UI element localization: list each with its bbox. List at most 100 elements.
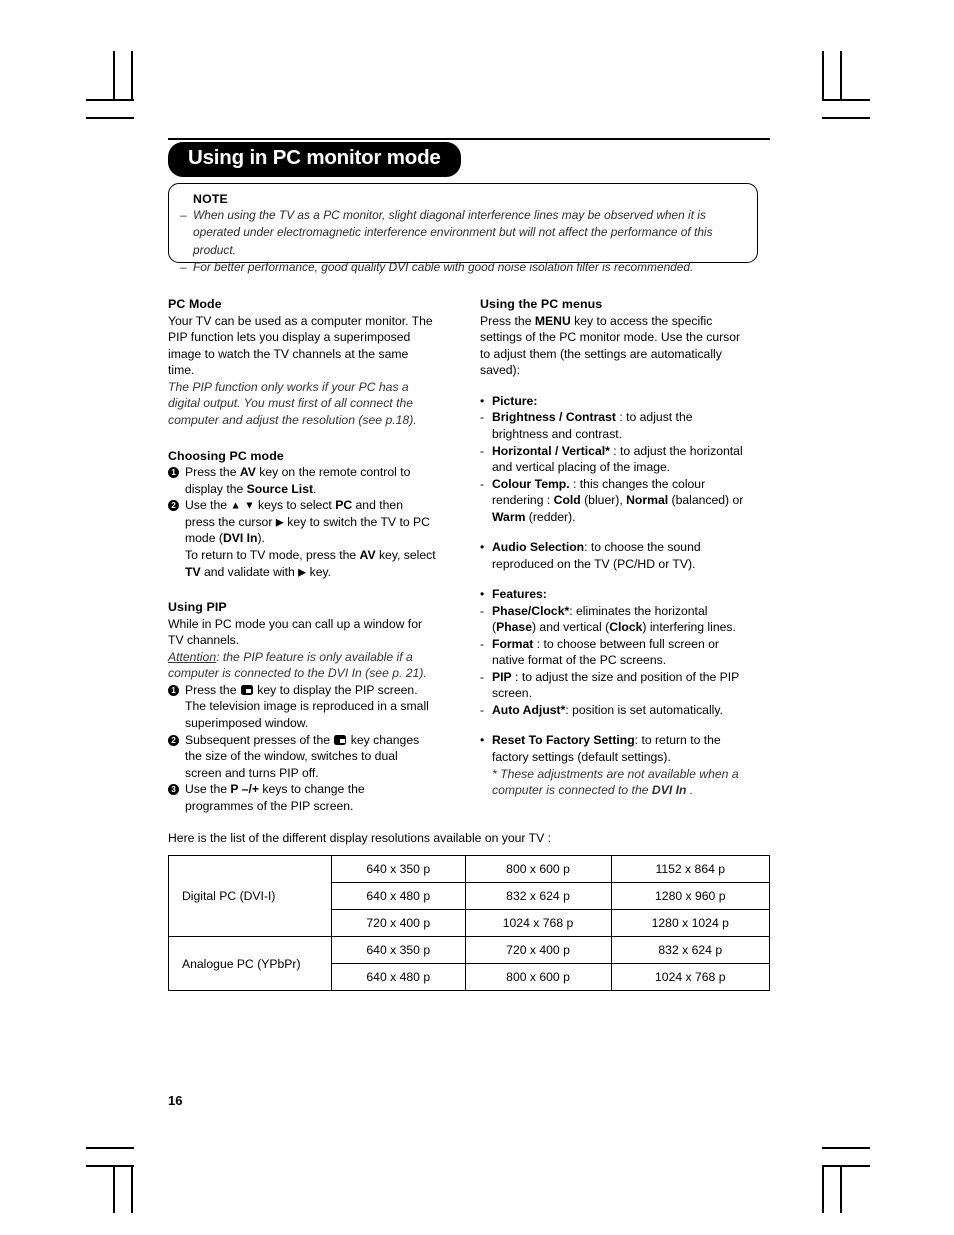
- menu-auto-adjust: Auto Adjust*: [492, 702, 566, 717]
- step-text: Press the key to display the PIP screen.…: [185, 682, 436, 732]
- step-text-part: Press the: [185, 682, 240, 697]
- reset-factory-bullet: • Reset To Factory Setting: to return to…: [480, 732, 748, 765]
- table-cell: 1152 x 864 p: [610, 855, 771, 883]
- bullet-icon: •: [480, 733, 485, 748]
- crop-mark-bottom-left-h: [86, 1147, 134, 1149]
- item-text: Reset To Factory Setting: to return to t…: [492, 732, 748, 765]
- table-cell: 1024 x 768 p: [464, 909, 612, 937]
- option-cold: Cold: [553, 493, 581, 508]
- step-text: Use the ▲ ▼ keys to select PC and then p…: [185, 497, 436, 580]
- item-text-part: (redder).: [525, 509, 576, 524]
- bullet-icon: •: [480, 393, 485, 408]
- menu-audio-selection: Audio Selection: [492, 540, 585, 555]
- table-cell: 832 x 624 p: [464, 882, 612, 910]
- step-text-part: To return to TV mode, press the: [185, 547, 360, 562]
- crop-mark-bottom-right-h: [822, 1147, 870, 1149]
- menu-colour-temp: Colour Temp.: [492, 476, 570, 491]
- page-number: 16: [168, 1093, 183, 1108]
- title-rule: [168, 138, 770, 140]
- step-text-part: Use the: [185, 782, 231, 797]
- crop-mark-bottom-left-v: [113, 1165, 115, 1213]
- table-cell: 720 x 400 p: [464, 936, 612, 964]
- note-text: For better performance, good quality DVI…: [193, 259, 694, 274]
- dash-icon: -: [480, 603, 485, 618]
- item-text: Audio Selection: to choose the sound rep…: [492, 539, 748, 572]
- note-label: NOTE: [193, 192, 228, 206]
- step-text-part: Use the: [185, 498, 231, 513]
- item-text: PIP : to adjust the size and position of…: [492, 669, 748, 702]
- crop-mark-top-left-v2: [131, 51, 133, 99]
- features-label: Features:: [492, 587, 547, 602]
- pc-menus-heading: Using the PC menus: [480, 297, 603, 311]
- features-section-bullet: • Features:: [480, 586, 748, 603]
- features-item-auto-adjust: - Auto Adjust*: position is set automati…: [480, 702, 748, 719]
- menu-dvi-in: DVI In: [651, 783, 687, 798]
- picture-label: Picture:: [492, 393, 538, 408]
- step-text-part: and validate with: [200, 564, 299, 579]
- item-text-part: ) interfering lines.: [642, 620, 736, 635]
- crop-mark-top-left-h2: [86, 117, 134, 119]
- table-cell: 640 x 350 p: [331, 936, 466, 964]
- item-text-part: : to adjust the size and position of the…: [492, 669, 740, 701]
- crop-mark-top-right-v2: [840, 51, 842, 99]
- pip-step-3: 3 Use the P –/+ keys to change the progr…: [168, 781, 436, 814]
- key-menu: MENU: [534, 313, 571, 328]
- option-phase: Phase: [496, 620, 532, 635]
- pip-step-1: 1 Press the key to display the PIP scree…: [168, 682, 436, 732]
- step-text: Press the AV key on the remote control t…: [185, 464, 436, 497]
- option-normal: Normal: [626, 493, 669, 508]
- step-number-badge: 2: [168, 500, 179, 512]
- audio-selection-bullet: • Audio Selection: to choose the sound r…: [480, 539, 748, 572]
- step-text: Subsequent presses of the key changes th…: [185, 732, 436, 782]
- step-text-part: keys to select: [254, 498, 336, 513]
- crop-mark-top-right-h2: [822, 117, 870, 119]
- step-number-badge: 1: [168, 684, 179, 696]
- option-warm: Warm: [492, 509, 526, 524]
- arrow-right-icon: ▶: [275, 516, 284, 529]
- pc-menus-body: Press the MENU key to access the specifi…: [480, 313, 748, 379]
- note-text: When using the TV as a PC monitor, sligh…: [193, 208, 713, 257]
- menu-reset-to-factory-setting: Reset To Factory Setting: [492, 733, 635, 748]
- left-column: PC Mode Your TV can be used as a compute…: [168, 296, 436, 814]
- choosing-step-1: 1 Press the AV key on the remote control…: [168, 464, 436, 497]
- arrow-down-icon: ▼: [244, 499, 255, 512]
- pc-mode-heading: PC Mode: [168, 297, 222, 311]
- resolutions-table: Digital PC (DVI-I) 640 x 350 p 800 x 600…: [168, 855, 771, 991]
- footnote: * These adjustments are not available wh…: [480, 766, 748, 799]
- step-text: Use the P –/+ keys to change the program…: [185, 781, 436, 814]
- pip-step-2: 2 Subsequent presses of the key changes …: [168, 732, 436, 782]
- dash-icon: -: [480, 410, 485, 425]
- step-text-part: Press the: [185, 465, 240, 480]
- attention-label: Attention: [168, 649, 217, 664]
- item-text-part: ) and vertical (: [531, 620, 610, 635]
- item-text: Format : to choose between full screen o…: [492, 636, 748, 669]
- menu-tv: TV: [185, 564, 201, 579]
- bullet-icon: •: [480, 540, 485, 555]
- table-row: Digital PC (DVI-I) 640 x 350 p 800 x 600…: [168, 855, 771, 937]
- crop-mark-bottom-left-v2: [131, 1165, 133, 1213]
- step-text-part: key.: [306, 564, 332, 579]
- right-column: Using the PC menus Press the MENU key to…: [480, 296, 748, 799]
- menu-phase-clock: Phase/Clock*: [492, 603, 570, 618]
- using-pip-heading: Using PIP: [168, 600, 227, 615]
- key-av: AV: [239, 465, 256, 480]
- pc-mode-italic-note: The PIP function only works if your PC h…: [168, 379, 417, 427]
- crop-mark-top-right-h: [822, 99, 870, 101]
- crop-mark-bottom-right-v2: [840, 1165, 842, 1213]
- using-pip-attention: Attention: the PIP feature is only avail…: [168, 649, 436, 682]
- dash-icon: -: [480, 669, 485, 684]
- table-cell: 720 x 400 p: [331, 909, 466, 937]
- crop-mark-top-right-v: [822, 51, 824, 99]
- crop-mark-top-left-h: [86, 99, 134, 101]
- row-header-analogue-pc: Analogue PC (YPbPr): [168, 936, 332, 991]
- key-av: AV: [359, 547, 376, 562]
- step-text-part: ).: [257, 531, 265, 546]
- menu-pip: PIP: [492, 669, 512, 684]
- step-text-part: key, select: [375, 547, 436, 562]
- picture-section-bullet: • Picture:: [480, 393, 748, 410]
- features-item-format: - Format : to choose between full screen…: [480, 636, 748, 669]
- menu-brightness-contrast: Brightness / Contrast: [492, 410, 616, 425]
- choosing-pc-mode-heading: Choosing PC mode: [168, 448, 284, 463]
- item-text: Auto Adjust*: position is set automatica…: [492, 702, 748, 719]
- table-cell: 832 x 624 p: [610, 936, 771, 964]
